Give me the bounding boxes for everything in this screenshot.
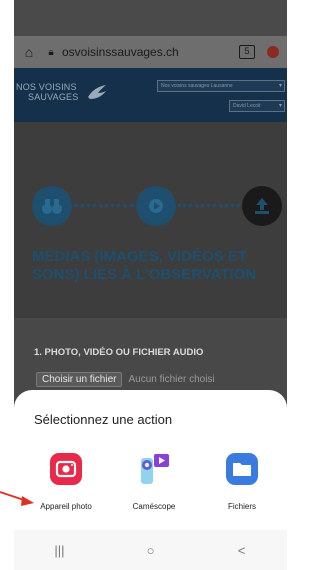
user-name: David Lecoit — [233, 103, 261, 109]
location-select-value: Nos voisins sauvages Lausanne — [161, 83, 233, 89]
logo-line2: SAUVAGES — [28, 92, 79, 102]
folder-icon — [225, 452, 259, 486]
camera-icon — [49, 452, 83, 486]
app-label: Caméscope — [132, 502, 176, 511]
app-label: Appareil photo — [40, 502, 92, 511]
logo-line1: NOS VOISINS — [16, 82, 77, 92]
back-button[interactable]: < — [212, 543, 272, 558]
home-icon[interactable]: ⌂ — [14, 44, 44, 60]
choose-file-button[interactable]: Choisir un fichier — [36, 371, 123, 387]
url-text[interactable]: osvoisinssauvages.ch — [58, 45, 239, 59]
location-select[interactable]: Nos voisins sauvages Lausanne ▾ — [157, 80, 285, 92]
media-icon — [149, 199, 163, 213]
sheet-title: Sélectionnez une action — [34, 412, 173, 427]
app-option-files[interactable]: Fichiers — [202, 452, 282, 511]
camcorder-icon — [137, 452, 171, 486]
lock-icon: 🔒︎ — [48, 46, 54, 58]
app-option-camcorder[interactable]: Caméscope — [114, 452, 194, 511]
app-option-camera[interactable]: Appareil photo — [26, 452, 106, 511]
browser-menu-icon[interactable] — [267, 46, 279, 58]
bird-logo-icon — [88, 85, 106, 99]
step-connector — [74, 204, 134, 208]
home-button[interactable]: ○ — [121, 543, 181, 558]
pointer-arrow-icon — [0, 491, 34, 506]
android-navbar: ||| ○ < — [14, 530, 287, 570]
section-title: MÉDIAS (IMAGES, VIDÉOS ET SONS) LIÉS À L… — [32, 248, 257, 283]
browser-address-bar[interactable]: ⌂ 🔒︎ osvoisinssauvages.ch 5 — [14, 36, 287, 68]
tab-count-button[interactable]: 5 — [239, 45, 255, 59]
step-upload[interactable] — [242, 186, 282, 226]
chevron-icon: ▾ — [278, 103, 282, 109]
file-input[interactable]: Choisir un fichier Aucun fichier choisi — [36, 370, 215, 388]
site-logo[interactable]: NOS VOISINS SAUVAGES — [16, 82, 78, 102]
user-menu[interactable]: David Lecoit ▾ — [229, 100, 285, 112]
recents-button[interactable]: ||| — [30, 543, 90, 558]
binoculars-icon — [42, 199, 62, 214]
progress-steps — [14, 184, 287, 228]
step-media[interactable] — [136, 186, 176, 226]
step-connector — [178, 204, 240, 208]
phone-screen: ⌂ 🔒︎ osvoisinssauvages.ch 5 NOS VOISINS … — [14, 0, 287, 570]
step-binoculars[interactable] — [32, 186, 72, 226]
file-status: Aucun fichier choisi — [128, 373, 215, 385]
chevron-icon: ▾ — [278, 83, 282, 89]
upload-icon — [255, 198, 269, 214]
action-chooser-sheet: Sélectionnez une action Appareil photo C… — [14, 390, 287, 530]
site-header: NOS VOISINS SAUVAGES Nos voisins sauvage… — [14, 68, 287, 122]
app-label: Fichiers — [227, 502, 256, 511]
media-field-label: 1. PHOTO, VIDÉO OU FICHIER AUDIO — [34, 347, 204, 358]
